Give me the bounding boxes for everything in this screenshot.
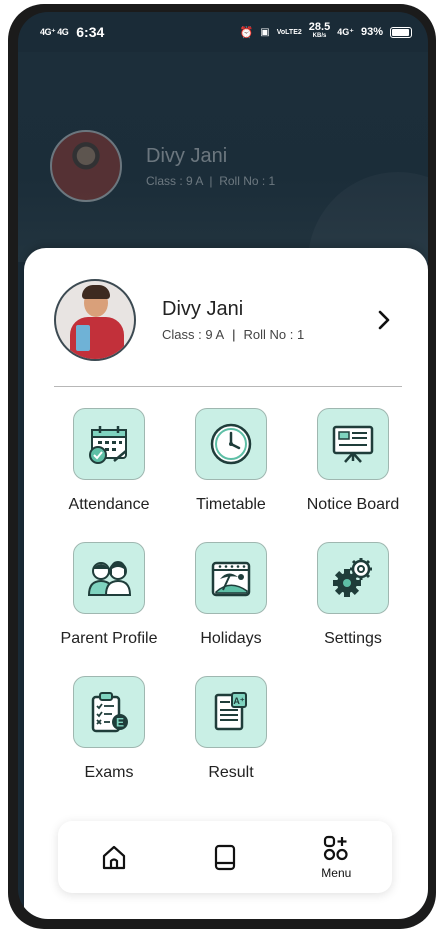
dimmed-name: Divy Jani bbox=[146, 144, 228, 167]
nav-home[interactable] bbox=[74, 842, 154, 872]
network-type: 4G⁺ bbox=[337, 26, 354, 37]
alarm-icon: ⏰ bbox=[239, 26, 254, 39]
result-document-icon: A⁺ bbox=[214, 692, 247, 731]
phone-frame: 4G⁺ 4G 6:34 ⏰ ▣ VoLTE2 28.5 KB/s 4G⁺ 93% bbox=[8, 4, 436, 929]
student-details: Class : 9 A | Roll No : 1 bbox=[162, 327, 370, 342]
bottom-navigation: Menu bbox=[58, 821, 392, 893]
profile-info: Divy Jani Class : 9 A | Roll No : 1 bbox=[162, 298, 370, 342]
notice-board-tile-box bbox=[317, 408, 389, 480]
menu-item-label: Parent Profile bbox=[60, 630, 158, 647]
beach-calendar-icon bbox=[211, 561, 251, 597]
avatar bbox=[54, 279, 136, 361]
exam-clipboard-icon: E bbox=[91, 692, 128, 733]
dimmed-profile-text: Divy Jani Class : 9 A | Roll No : 1 bbox=[146, 145, 275, 188]
book-icon bbox=[214, 844, 236, 871]
dimmed-subtitle: Class : 9 A | Roll No : 1 bbox=[146, 174, 275, 188]
menu-item-label: Exams bbox=[84, 764, 134, 781]
nav-book[interactable] bbox=[185, 842, 265, 872]
menu-item-timetable[interactable]: Timetable bbox=[170, 408, 292, 514]
speed-unit: KB/s bbox=[312, 33, 327, 39]
menu-item-parent-profile[interactable]: Parent Profile bbox=[48, 542, 170, 648]
status-bar-right: ⏰ ▣ VoLTE2 28.5 KB/s 4G⁺ 93% bbox=[239, 21, 412, 41]
menu-item-label: Notice Board bbox=[306, 496, 400, 513]
attendance-tile-box bbox=[73, 408, 145, 480]
student-roll: Roll No : 1 bbox=[243, 327, 305, 342]
timetable-tile-box bbox=[195, 408, 267, 480]
result-tile-box: A⁺ bbox=[195, 676, 267, 748]
network-speed: 28.5 KB/s bbox=[308, 21, 331, 41]
student-name: Divy Jani bbox=[162, 298, 244, 320]
holidays-tile-box bbox=[195, 542, 267, 614]
menu-item-exams[interactable]: E Exams bbox=[48, 676, 170, 782]
menu-item-label: Holidays bbox=[200, 630, 262, 647]
volte-indicator: VoLTE2 bbox=[276, 28, 302, 36]
menu-item-label: Timetable bbox=[196, 496, 266, 513]
menu-item-label: Result bbox=[208, 764, 254, 781]
parents-icon bbox=[87, 561, 132, 596]
clock-time: 6:34 bbox=[76, 24, 105, 40]
dimmed-roll: Roll No : 1 bbox=[219, 173, 276, 188]
menu-item-holidays[interactable]: Holidays bbox=[170, 542, 292, 648]
parent-profile-tile-box bbox=[73, 542, 145, 614]
dimmed-profile: Divy Jani Class : 9 A | Roll No : 1 bbox=[50, 130, 275, 202]
svg-text:E: E bbox=[116, 716, 124, 730]
dimmed-class: Class : 9 A bbox=[146, 173, 203, 188]
app-screen: 4G⁺ 4G 6:34 ⏰ ▣ VoLTE2 28.5 KB/s 4G⁺ 93% bbox=[18, 12, 428, 919]
menu-item-notice-board[interactable]: Notice Board bbox=[292, 408, 414, 514]
menu-item-label: Settings bbox=[324, 630, 382, 647]
dimmed-separator: | bbox=[206, 173, 216, 188]
dimmed-avatar bbox=[50, 130, 122, 202]
menu-grid-icon bbox=[324, 835, 348, 861]
menu-item-result[interactable]: A⁺ Result bbox=[170, 676, 292, 782]
student-class: Class : 9 A bbox=[162, 327, 225, 342]
menu-sheet: Divy Jani Class : 9 A | Roll No : 1 Atte… bbox=[24, 248, 428, 919]
signal-indicator: 4G⁺ 4G bbox=[40, 26, 69, 37]
svg-text:A⁺: A⁺ bbox=[233, 696, 244, 706]
menu-item-settings[interactable]: Settings bbox=[292, 542, 414, 648]
menu-item-label: Attendance bbox=[68, 496, 150, 513]
avatar-book bbox=[76, 325, 90, 351]
exams-tile-box: E bbox=[73, 676, 145, 748]
battery-icon bbox=[390, 26, 412, 38]
details-separator: | bbox=[232, 327, 236, 342]
status-bar: 4G⁺ 4G 6:34 ⏰ ▣ VoLTE2 28.5 KB/s 4G⁺ 93% bbox=[18, 12, 428, 52]
clock-icon bbox=[210, 423, 252, 465]
chevron-right-icon[interactable] bbox=[370, 306, 398, 334]
battery-percent: 93% bbox=[360, 26, 383, 38]
avatar-hair bbox=[82, 285, 110, 299]
settings-tile-box bbox=[317, 542, 389, 614]
presentation-board-icon bbox=[332, 425, 374, 463]
calendar-check-icon bbox=[89, 426, 127, 464]
menu-item-attendance[interactable]: Attendance bbox=[48, 408, 170, 514]
divider bbox=[54, 386, 402, 387]
speed-value: 28.5 bbox=[308, 21, 331, 33]
gears-icon bbox=[333, 558, 372, 597]
nav-menu-label: Menu bbox=[321, 866, 352, 880]
vibrate-icon: ▣ bbox=[260, 26, 270, 38]
nav-menu[interactable]: Menu bbox=[296, 834, 376, 880]
home-icon bbox=[102, 845, 125, 870]
status-bar-left: 4G⁺ 4G 6:34 bbox=[40, 24, 104, 40]
profile-card[interactable]: Divy Jani Class : 9 A | Roll No : 1 bbox=[54, 278, 398, 362]
